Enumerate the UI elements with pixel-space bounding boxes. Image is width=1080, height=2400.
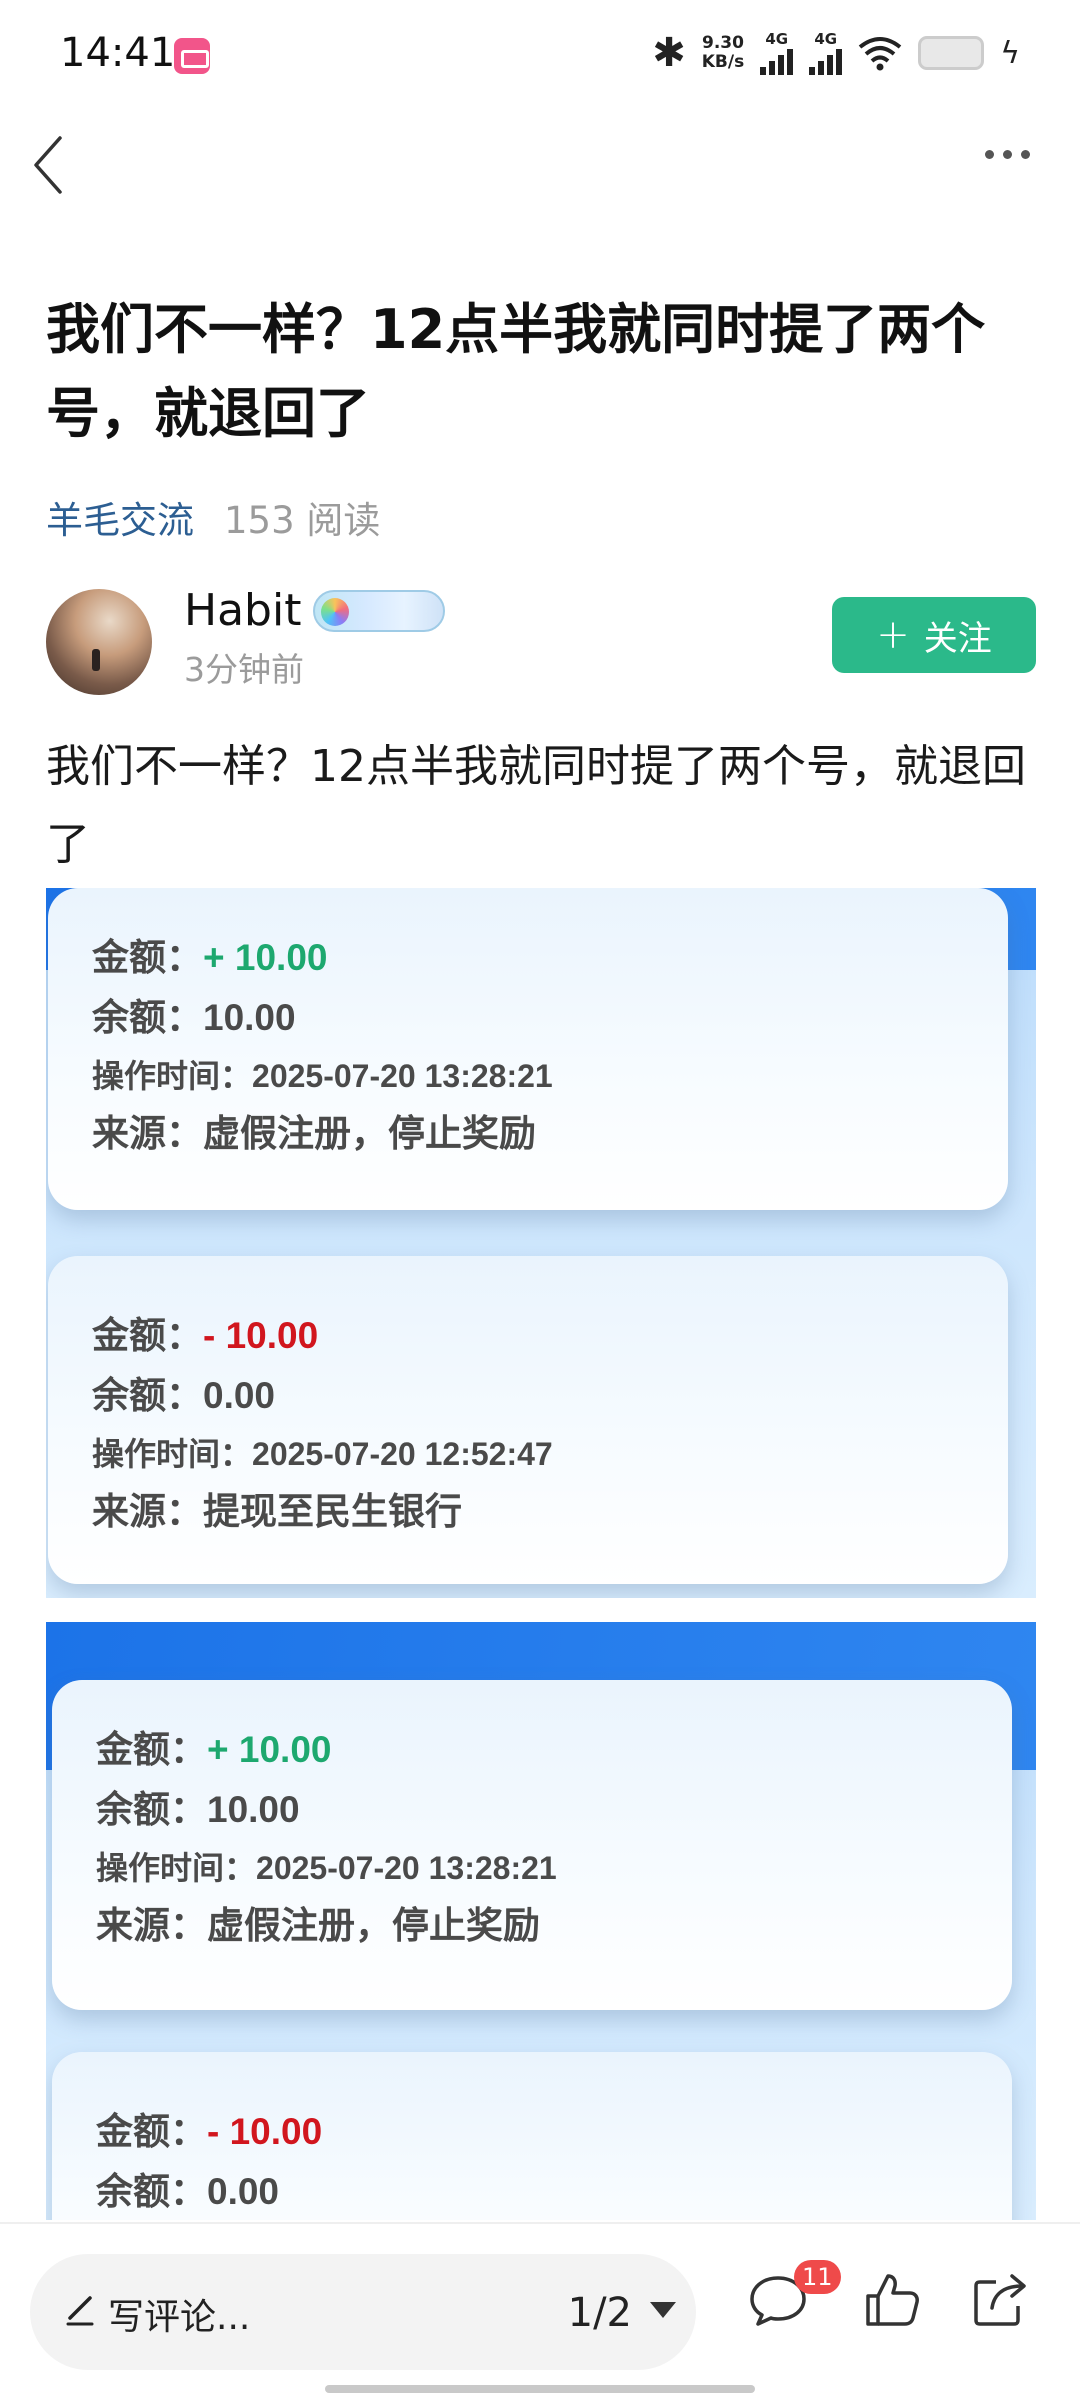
author-name-row[interactable]: Habit xyxy=(184,585,446,636)
signal-icon-2: 4G xyxy=(809,29,843,75)
pen-icon xyxy=(66,2296,94,2326)
plus-icon: + xyxy=(876,612,910,658)
comment-input[interactable]: 写评论... 1/2 xyxy=(30,2254,696,2370)
time-value: 2025-07-20 12:52:47 xyxy=(252,1436,553,1472)
time-label: 操作时间： xyxy=(96,1850,257,1886)
post-meta: 羊毛交流 153 阅读 xyxy=(46,490,380,544)
status-icons: ✱ 9.30 KB/s 4G 4G ϟ xyxy=(652,30,1020,76)
more-button[interactable] xyxy=(985,150,1030,159)
caret-down-icon[interactable] xyxy=(650,2302,676,2318)
amount-label: 金额： xyxy=(96,2111,207,2152)
comment-count-badge: 11 xyxy=(794,2260,841,2294)
source-label: 来源： xyxy=(92,1491,203,1532)
balance-label: 余额： xyxy=(92,1375,203,1416)
signal-icon: 4G xyxy=(760,29,794,75)
post-image-2[interactable]: 金额：+ 10.00 余额：10.00 操作时间：2025-07-20 13:2… xyxy=(46,1622,1036,2220)
post-body: 我们不一样？12点半我就同时提了两个号，就退回了 xyxy=(46,741,1026,870)
follow-label: 关注 xyxy=(923,618,992,659)
signal-2-label: 4G xyxy=(814,29,838,48)
status-time: 14:41 xyxy=(60,30,176,76)
network-speed-value: 9.30 xyxy=(701,33,744,53)
balance-label: 余额： xyxy=(96,2171,207,2212)
app-notification-icon xyxy=(174,38,210,74)
bottom-action-bar: 写评论... 1/2 11 xyxy=(0,2222,1080,2400)
balance-value: 0.00 xyxy=(203,1375,276,1416)
author-name[interactable]: Habit xyxy=(184,585,301,636)
source-value: 虚假注册，停止奖励 xyxy=(203,1113,536,1154)
comment-placeholder: 写评论... xyxy=(108,2297,251,2338)
source-value: 提现至民生银行 xyxy=(203,1491,462,1532)
time-value: 2025-07-20 13:28:21 xyxy=(252,1058,553,1094)
bluetooth-icon: ✱ xyxy=(652,30,686,76)
source-label: 来源： xyxy=(96,1905,207,1946)
post-image-1[interactable]: 金额：+ 10.00 余额：10.00 操作时间：2025-07-20 13:2… xyxy=(46,888,1036,1598)
category-link[interactable]: 羊毛交流 xyxy=(46,490,194,544)
more-dots-icon xyxy=(985,150,994,159)
amount-label: 金额： xyxy=(96,1729,207,1770)
battery-icon xyxy=(918,36,985,70)
network-speed: 9.30 KB/s xyxy=(702,34,744,72)
share-icon[interactable] xyxy=(968,2268,1032,2332)
post-title: 我们不一样？12点半我就同时提了两个号，就退回了 xyxy=(46,298,986,445)
post-time: 3分钟前 xyxy=(184,650,304,689)
transaction-record: 金额：+ 10.00 余额：10.00 操作时间：2025-07-20 13:2… xyxy=(48,888,1008,1210)
transaction-record: 金额：+ 10.00 余额：10.00 操作时间：2025-07-20 13:2… xyxy=(52,1680,1012,2010)
balance-label: 余额： xyxy=(92,997,203,1038)
amount-value: + 10.00 xyxy=(203,937,328,978)
image-pager[interactable]: 1/2 xyxy=(568,2290,632,2336)
user-level-badge xyxy=(313,589,446,632)
network-speed-unit: KB/s xyxy=(701,52,745,72)
amount-value: + 10.00 xyxy=(207,1729,332,1770)
signal-1-label: 4G xyxy=(765,29,789,48)
transaction-record: 金额：- 10.00 余额：0.00 xyxy=(52,2052,1012,2220)
charging-icon: ϟ xyxy=(1000,35,1020,71)
transaction-record: 金额：- 10.00 余额：0.00 操作时间：2025-07-20 12:52… xyxy=(48,1256,1008,1584)
time-label: 操作时间： xyxy=(92,1058,253,1094)
amount-label: 金额： xyxy=(92,1315,203,1356)
balance-value: 0.00 xyxy=(207,2171,280,2212)
read-count: 153 阅读 xyxy=(224,499,381,542)
time-label: 操作时间： xyxy=(92,1436,253,1472)
amount-label: 金额： xyxy=(92,937,203,978)
follow-button[interactable]: + 关注 xyxy=(832,597,1036,673)
source-value: 虚假注册，停止奖励 xyxy=(207,1905,540,1946)
thumbs-up-icon[interactable] xyxy=(860,2268,924,2332)
back-button[interactable] xyxy=(26,130,76,200)
amount-value: - 10.00 xyxy=(203,1315,319,1356)
balance-value: 10.00 xyxy=(207,1789,300,1830)
source-label: 来源： xyxy=(92,1113,203,1154)
author-row: Habit 3分钟前 + 关注 xyxy=(46,585,1036,695)
amount-value: - 10.00 xyxy=(207,2111,323,2152)
avatar[interactable] xyxy=(46,589,152,695)
status-bar: 14:41 ✱ 9.30 KB/s 4G 4G ϟ xyxy=(0,0,1080,110)
wifi-icon xyxy=(858,37,902,71)
balance-value: 10.00 xyxy=(203,997,296,1038)
time-value: 2025-07-20 13:28:21 xyxy=(256,1850,557,1886)
home-indicator[interactable] xyxy=(325,2385,755,2393)
balance-label: 余额： xyxy=(96,1789,207,1830)
